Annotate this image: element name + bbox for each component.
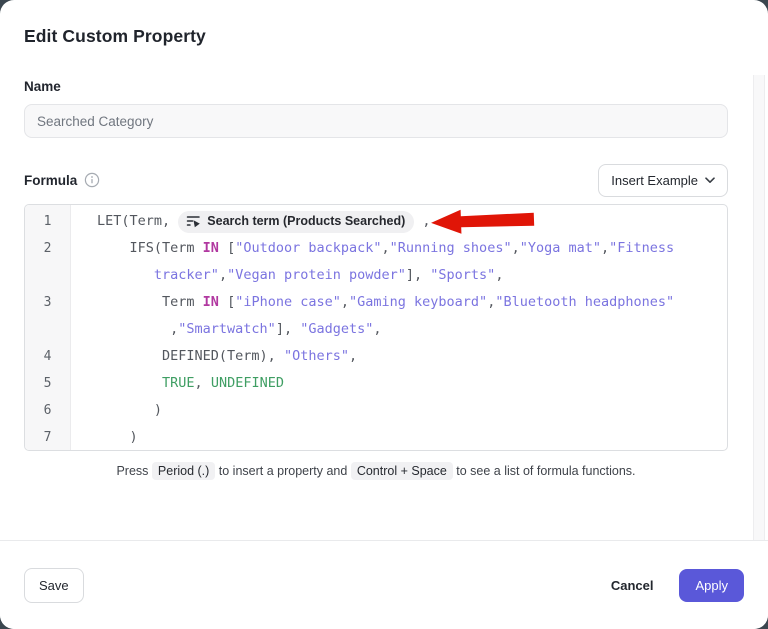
formula-label: Formula: [24, 173, 77, 188]
property-chip[interactable]: Search term (Products Searched): [178, 211, 414, 233]
code-line[interactable]: ,"Smartwatch"], "Gadgets",: [97, 316, 727, 343]
dialog-title: Edit Custom Property: [24, 26, 744, 47]
dialog-header: Edit Custom Property: [0, 0, 768, 47]
code-line[interactable]: Term IN ["iPhone case","Gaming keyboard"…: [97, 289, 727, 316]
code-line[interactable]: ): [97, 397, 727, 424]
event-property-icon: [186, 214, 201, 229]
line-number: 3: [25, 289, 70, 316]
code-line[interactable]: ): [97, 424, 727, 450]
name-input[interactable]: Searched Category: [24, 104, 728, 138]
line-number: [25, 316, 70, 343]
line-number: [25, 262, 70, 289]
line-number-gutter: 12 3 4567: [25, 205, 71, 450]
save-button[interactable]: Save: [24, 568, 84, 603]
kbd-shortcut: Control + Space: [351, 462, 453, 480]
code-line[interactable]: tracker","Vegan protein powder"], "Sport…: [97, 262, 727, 289]
line-number: 7: [25, 424, 70, 451]
formula-editor[interactable]: 12 3 4567 LET(Term, Search term (Products …: [24, 204, 728, 451]
dialog-body: Name Searched Category Formula Insert Ex…: [0, 47, 768, 540]
edit-custom-property-dialog: Edit Custom Property Name Searched Categ…: [0, 0, 768, 629]
insert-example-label: Insert Example: [611, 173, 698, 188]
cancel-button[interactable]: Cancel: [607, 570, 658, 601]
line-number: 4: [25, 343, 70, 370]
code-line[interactable]: IFS(Term IN ["Outdoor backpack","Running…: [97, 235, 727, 262]
line-number: 2: [25, 235, 70, 262]
apply-button[interactable]: Apply: [679, 569, 744, 602]
formula-hint: Press Period (.) to insert a property an…: [24, 464, 728, 478]
info-icon[interactable]: [84, 172, 100, 188]
property-chip-label: Search term (Products Searched): [207, 208, 405, 235]
line-number: 6: [25, 397, 70, 424]
name-label: Name: [24, 79, 728, 94]
formula-code[interactable]: LET(Term, Search term (Products Searched…: [71, 205, 727, 450]
code-line[interactable]: TRUE, UNDEFINED: [97, 370, 727, 397]
kbd-shortcut: Period (.): [152, 462, 215, 480]
code-line[interactable]: LET(Term, Search term (Products Searched…: [97, 208, 727, 235]
dialog-footer: Save Cancel Apply: [0, 540, 768, 629]
chevron-down-icon: [705, 177, 715, 184]
insert-example-button[interactable]: Insert Example: [598, 164, 728, 197]
formula-header: Formula Insert Example: [24, 164, 728, 196]
code-line[interactable]: DEFINED(Term), "Others",: [97, 343, 727, 370]
line-number: 5: [25, 370, 70, 397]
scrollbar[interactable]: [753, 75, 765, 540]
line-number: 1: [25, 208, 70, 235]
